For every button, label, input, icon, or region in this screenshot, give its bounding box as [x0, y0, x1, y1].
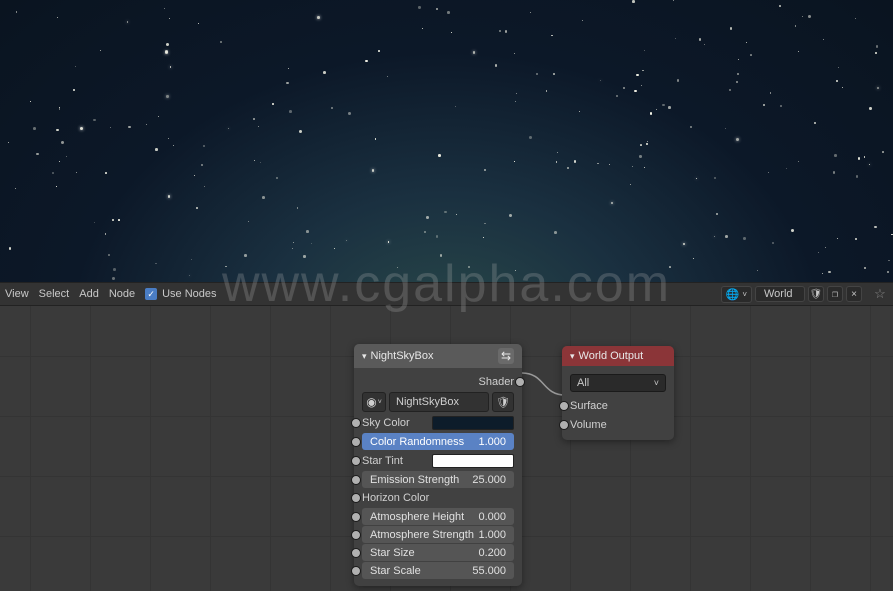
slider-label: Atmosphere Height: [370, 511, 464, 523]
socket-dot[interactable]: [351, 418, 361, 428]
world-name-field[interactable]: World: [755, 286, 805, 302]
menu-view[interactable]: View: [5, 288, 29, 300]
node-editor-area[interactable]: ▾ NightSkyBox ⇆ Shader ◉˅ NightSkyBox 🛡 …: [0, 306, 893, 591]
slider-value: 55.000: [472, 565, 506, 577]
socket-dot[interactable]: [351, 437, 361, 447]
node-header[interactable]: ▾ NightSkyBox ⇆: [354, 344, 522, 368]
chevron-down-icon: ˅: [654, 378, 659, 388]
group-browse-button[interactable]: ◉˅: [362, 392, 386, 412]
node-group-selector: ◉˅ NightSkyBox 🛡: [356, 391, 520, 413]
socket-label: Volume: [570, 419, 607, 431]
node-body: Shader ◉˅ NightSkyBox 🛡 Sky Color Color …: [354, 368, 522, 586]
slider-value: 0.000: [478, 511, 506, 523]
color-swatch[interactable]: [432, 454, 514, 468]
unlink-button[interactable]: ×: [846, 286, 862, 302]
new-world-button[interactable]: ❐: [827, 286, 843, 302]
input-atmosphere-strength[interactable]: Atmosphere Strength 1.000: [362, 526, 514, 543]
socket-label: Shader: [479, 376, 514, 388]
color-swatch[interactable]: [432, 416, 514, 430]
input-surface: Surface: [564, 396, 672, 415]
checkbox-icon: ✓: [145, 288, 157, 300]
socket-dot[interactable]: [351, 456, 361, 466]
socket-label: Sky Color: [362, 417, 432, 429]
slider-label: Color Randomness: [370, 436, 464, 448]
input-color-randomness[interactable]: Color Randomness 1.000: [362, 433, 514, 450]
pin-button[interactable]: ☆: [872, 286, 888, 302]
fake-user-button[interactable]: 🛡: [808, 286, 824, 302]
socket-dot[interactable]: [351, 566, 361, 576]
fake-user-button[interactable]: 🛡: [492, 392, 514, 412]
node-header[interactable]: ▾ World Output: [562, 346, 674, 366]
socket-dot[interactable]: [559, 401, 569, 411]
chevron-down-icon: ˅: [742, 290, 747, 299]
node-title: NightSkyBox: [371, 350, 494, 362]
node-nightskybox[interactable]: ▾ NightSkyBox ⇆ Shader ◉˅ NightSkyBox 🛡 …: [354, 344, 522, 586]
world-icon: 🌐: [726, 288, 740, 301]
world-browse-button[interactable]: 🌐 ˅: [721, 286, 752, 303]
slider-value: 0.200: [478, 547, 506, 559]
shader-editor-header: View Select Add Node ✓ Use Nodes 🌐 ˅ Wor…: [0, 282, 893, 306]
input-emission-strength[interactable]: Emission Strength 25.000: [362, 471, 514, 488]
socket-dot[interactable]: [351, 493, 361, 503]
input-star-tint: Star Tint: [356, 451, 520, 470]
slider-value: 1.000: [478, 436, 506, 448]
input-horizon-color: Horizon Color: [356, 489, 520, 507]
slider-label: Emission Strength: [370, 474, 459, 486]
socket-dot[interactable]: [351, 475, 361, 485]
input-star-scale[interactable]: Star Scale 55.000: [362, 562, 514, 579]
socket-dot[interactable]: [351, 548, 361, 558]
use-nodes-label: Use Nodes: [162, 288, 216, 300]
socket-dot[interactable]: [559, 420, 569, 430]
target-dropdown[interactable]: All ˅: [570, 374, 666, 392]
socket-dot[interactable]: [351, 530, 361, 540]
collapse-icon[interactable]: ▾: [362, 351, 367, 362]
socket-label: Surface: [570, 400, 608, 412]
chevron-down-icon: ˅: [378, 399, 382, 406]
menu-add[interactable]: Add: [79, 288, 99, 300]
node-body: All ˅ Surface Volume: [562, 366, 674, 440]
socket-dot[interactable]: [515, 377, 525, 387]
socket-label: Horizon Color: [362, 492, 514, 504]
use-nodes-toggle[interactable]: ✓ Use Nodes: [145, 288, 216, 300]
menu-select[interactable]: Select: [39, 288, 70, 300]
input-star-size[interactable]: Star Size 0.200: [362, 544, 514, 561]
output-shader: Shader: [356, 372, 520, 391]
slider-label: Atmosphere Strength: [370, 529, 474, 541]
node-tree-icon: ◉: [366, 395, 376, 409]
collapse-icon[interactable]: ▾: [570, 351, 575, 362]
slider-value: 1.000: [478, 529, 506, 541]
input-atmosphere-height[interactable]: Atmosphere Height 0.000: [362, 508, 514, 525]
group-name-field[interactable]: NightSkyBox: [389, 392, 489, 412]
input-volume: Volume: [564, 415, 672, 434]
socket-dot[interactable]: [351, 512, 361, 522]
world-datablock-selector: 🌐 ˅ World 🛡 ❐ ×: [721, 286, 862, 303]
viewport-3d[interactable]: [0, 0, 893, 282]
node-title: World Output: [579, 350, 666, 362]
slider-label: Star Scale: [370, 565, 421, 577]
slider-value: 25.000: [472, 474, 506, 486]
dropdown-value: All: [577, 377, 589, 389]
node-world-output[interactable]: ▾ World Output All ˅ Surface Volume: [562, 346, 674, 440]
input-sky-color: Sky Color: [356, 413, 520, 432]
menu-node[interactable]: Node: [109, 288, 135, 300]
node-options-icon[interactable]: ⇆: [498, 348, 514, 364]
socket-label: Star Tint: [362, 455, 432, 467]
slider-label: Star Size: [370, 547, 415, 559]
